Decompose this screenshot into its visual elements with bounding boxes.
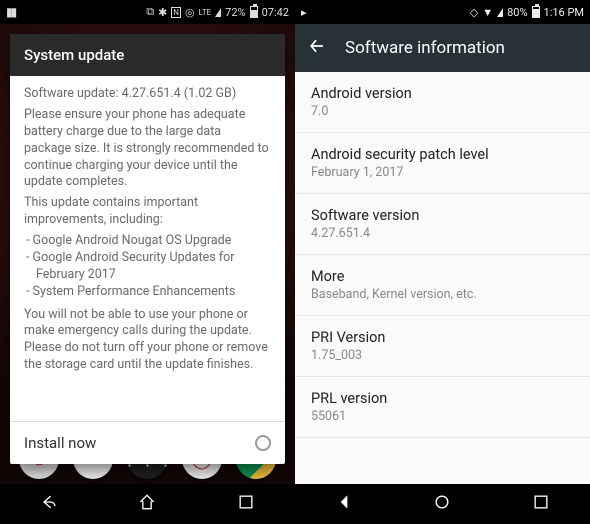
divider xyxy=(295,437,590,438)
clock: 1:16 PM xyxy=(544,6,584,19)
clock: 07:42 xyxy=(262,6,289,19)
back-button[interactable] xyxy=(39,492,59,516)
item-sub: 55061 xyxy=(311,409,574,424)
list-item: - Google Android Security Updates for Fe… xyxy=(26,250,271,284)
item-sub: February 1, 2017 xyxy=(311,165,574,180)
battery-icon xyxy=(250,6,258,18)
item-title: PRI Version xyxy=(311,329,574,346)
status-bar: ▸ ◇ ▼ 80% 1:16 PM xyxy=(295,0,590,24)
usage-warning: You will not be able to use your phone o… xyxy=(24,307,271,375)
wifi-icon: ▼ xyxy=(482,6,493,19)
item-sub: Baseband, Kernel version, etc. xyxy=(311,287,574,302)
improvements-intro: This update contains important improveme… xyxy=(24,195,271,229)
nav-bar xyxy=(295,484,590,524)
security-patch-item[interactable]: Android security patch level February 1,… xyxy=(295,133,590,193)
app-bar: Software information xyxy=(295,24,590,72)
bluetooth-icon: ✱ xyxy=(158,6,167,19)
dialog-body: Software update: 4.27.651.4 (1.02 GB) Pl… xyxy=(10,76,285,421)
signal-icon xyxy=(497,8,503,17)
location-icon: ◇ xyxy=(470,6,478,19)
battery-percent: 72% xyxy=(225,6,245,19)
battery-warning: Please ensure your phone has adequate ba… xyxy=(24,107,271,191)
nfc-icon: N xyxy=(171,7,181,18)
battery-percent: 80% xyxy=(507,6,527,19)
back-button[interactable] xyxy=(334,492,354,516)
location-icon: ◎ xyxy=(185,6,195,19)
network-type: LTE xyxy=(199,8,212,17)
pause-icon: ▮▮ xyxy=(6,5,15,19)
settings-list: Android version 7.0 Android security pat… xyxy=(295,72,590,438)
debug-icon: ▸ xyxy=(301,6,307,19)
item-title: Android security patch level xyxy=(311,146,574,163)
prl-version-item[interactable]: PRL version 55061 xyxy=(295,377,590,437)
install-now-label: Install now xyxy=(24,434,96,452)
page-title: Software information xyxy=(345,38,505,58)
left-phone: ▮▮ ⧉ ✱ N ◎ LTE 72% 07:42 ✆ ≡ ⋮⋮⋮ ◯ Syste… xyxy=(0,0,295,524)
more-item[interactable]: More Baseband, Kernel version, etc. xyxy=(295,255,590,315)
update-version-line: Software update: 4.27.651.4 (1.02 GB) xyxy=(24,86,271,103)
recents-button[interactable] xyxy=(236,492,256,516)
dialog-title: System update xyxy=(10,34,285,76)
software-version-item[interactable]: Software version 4.27.651.4 xyxy=(295,194,590,254)
battery-icon xyxy=(532,6,540,18)
nav-bar xyxy=(0,484,295,524)
item-sub: 4.27.651.4 xyxy=(311,226,574,241)
list-item: - System Performance Enhancements xyxy=(26,284,271,301)
home-button[interactable] xyxy=(137,492,157,516)
home-button[interactable] xyxy=(432,492,452,516)
status-bar: ▮▮ ⧉ ✱ N ◎ LTE 72% 07:42 xyxy=(0,0,295,24)
improvements-list: - Google Android Nougat OS Upgrade - Goo… xyxy=(24,233,271,301)
signal-icon xyxy=(215,8,221,17)
item-sub: 1.75_003 xyxy=(311,348,574,363)
item-title: PRL version xyxy=(311,390,574,407)
system-update-dialog: System update Software update: 4.27.651.… xyxy=(10,34,285,464)
item-title: More xyxy=(311,268,574,285)
list-item: - Google Android Nougat OS Upgrade xyxy=(26,233,271,250)
item-sub: 7.0 xyxy=(311,104,574,119)
android-version-item[interactable]: Android version 7.0 xyxy=(295,72,590,132)
item-title: Software version xyxy=(311,207,574,224)
item-title: Android version xyxy=(311,85,574,102)
back-arrow-icon[interactable] xyxy=(307,36,327,61)
recents-button[interactable] xyxy=(531,492,551,516)
radio-icon[interactable] xyxy=(255,435,271,451)
pri-version-item[interactable]: PRI Version 1.75_003 xyxy=(295,316,590,376)
right-phone: ▸ ◇ ▼ 80% 1:16 PM Software information A… xyxy=(295,0,590,524)
cast-icon: ⧉ xyxy=(146,5,154,19)
install-now-row[interactable]: Install now xyxy=(10,421,285,464)
